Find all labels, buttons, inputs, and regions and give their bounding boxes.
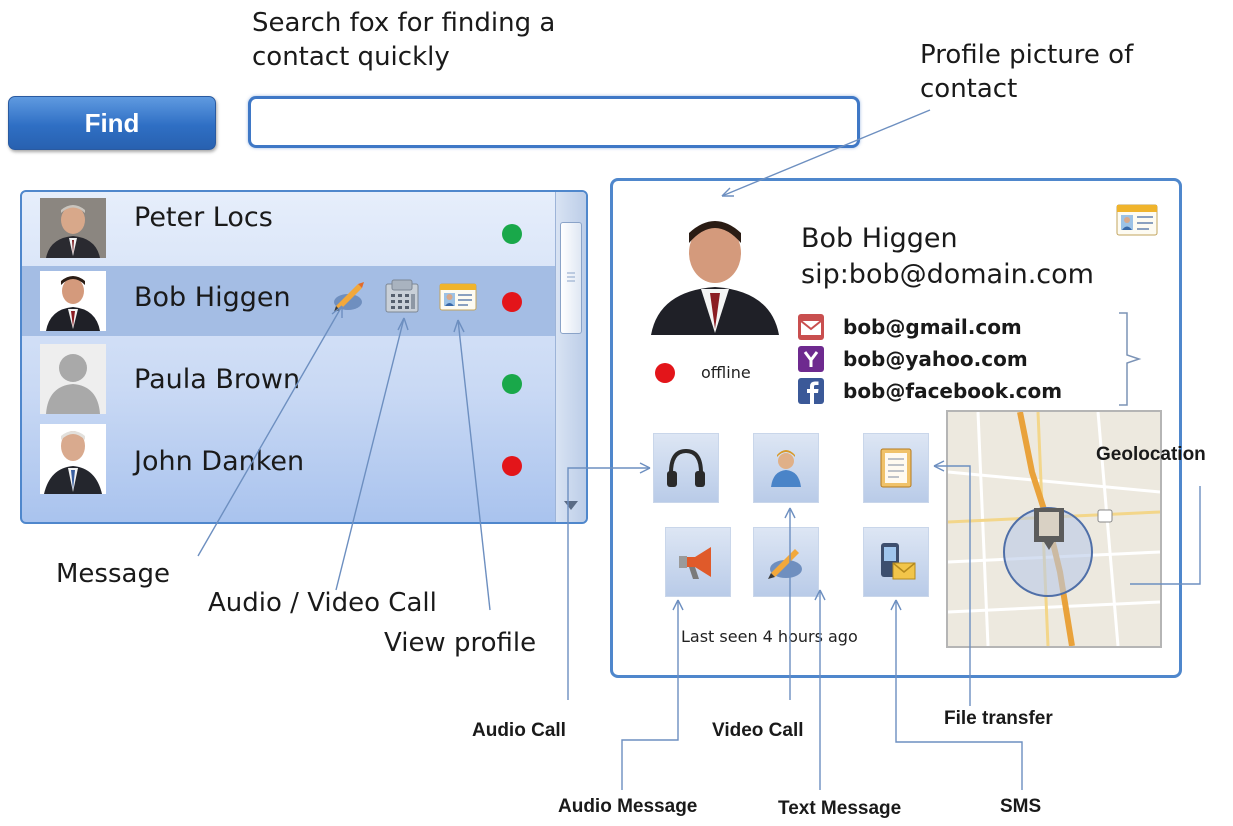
contact-row-john-danken[interactable]: John Danken [22, 420, 558, 500]
contact-row-peter-locs[interactable]: Peter Locs [22, 194, 558, 264]
sms-button[interactable] [863, 527, 929, 597]
status-online-indicator [502, 224, 522, 244]
audio-call-button[interactable] [653, 433, 719, 503]
annotation-sms: SMS [1000, 796, 1042, 817]
video-person-icon [771, 450, 801, 487]
find-button[interactable]: Find [8, 96, 216, 150]
annotation-audio-message: Audio Message [558, 796, 698, 817]
email-address[interactable]: bob@facebook.com [843, 379, 1062, 403]
search-input[interactable] [248, 96, 860, 148]
contact-name: John Danken [134, 446, 305, 477]
annotation-file-transfer: File transfer [944, 708, 1053, 729]
accounts-bracket [1119, 312, 1142, 406]
scrollbar-thumb[interactable] [560, 222, 582, 334]
audio-message-button[interactable] [665, 527, 731, 597]
document-icon [880, 448, 912, 488]
scroll-down-arrow-icon[interactable] [564, 501, 578, 510]
text-message-button[interactable] [753, 527, 819, 597]
contact-row-bob-higgen[interactable]: Bob Higgen [22, 266, 558, 336]
annotation-audio-video-call: Audio / Video Call [208, 588, 437, 618]
avatar [40, 271, 106, 331]
email-address[interactable]: bob@gmail.com [843, 315, 1022, 339]
sms-phone-icon [881, 543, 916, 580]
contact-name: Bob Higgen [134, 282, 291, 313]
profile-card-icon[interactable] [438, 276, 478, 316]
status-label: offline [701, 363, 751, 382]
message-icon[interactable] [328, 276, 368, 316]
file-transfer-button[interactable] [863, 433, 929, 503]
contact-name: Peter Locs [134, 202, 273, 233]
account-row-facebook: bob@facebook.com [797, 377, 1097, 405]
megaphone-icon [679, 547, 711, 579]
contact-card-icon[interactable] [1116, 203, 1158, 237]
annotation-message: Message [56, 559, 170, 589]
phone-icon[interactable] [382, 276, 422, 316]
account-row-yahoo: bob@yahoo.com [797, 345, 1097, 373]
facebook-icon [797, 377, 825, 405]
annotation-view-profile: View profile [384, 628, 537, 658]
yahoo-icon [797, 345, 825, 373]
pencil-message-icon [768, 549, 802, 579]
annotation-geolocation: Geolocation [1096, 444, 1206, 465]
profile-name: Bob Higgen [801, 223, 958, 254]
avatar [40, 424, 106, 494]
last-seen-text: Last seen 4 hours ago [681, 627, 858, 646]
video-call-button[interactable] [753, 433, 819, 503]
status-offline-indicator [502, 456, 522, 476]
email-address[interactable]: bob@yahoo.com [843, 347, 1028, 371]
annotation-search-box: Search fox for finding a contact quickly [252, 8, 556, 72]
contact-name: Paula Brown [134, 364, 301, 395]
contact-list: Peter Locs Bob Higgen Paula Brown John D… [20, 190, 588, 524]
contact-row-paula-brown[interactable]: Paula Brown [22, 344, 558, 414]
status-offline-indicator [655, 363, 675, 383]
profile-picture [643, 211, 787, 335]
annotation-text-message: Text Message [778, 798, 902, 819]
gmail-icon [797, 313, 825, 341]
annotation-video-call: Video Call [712, 720, 804, 741]
profile-sip-address: sip:bob@domain.com [801, 259, 1094, 290]
status-online-indicator [502, 374, 522, 394]
avatar [40, 198, 106, 258]
headset-icon [667, 448, 705, 487]
account-row-gmail: bob@gmail.com [797, 313, 1097, 341]
annotation-profile-picture: Profile picture of contact [920, 40, 1134, 104]
contact-list-scrollbar[interactable] [555, 192, 586, 522]
avatar [40, 344, 106, 414]
annotation-audio-call: Audio Call [472, 720, 566, 741]
status-offline-indicator [502, 292, 522, 312]
